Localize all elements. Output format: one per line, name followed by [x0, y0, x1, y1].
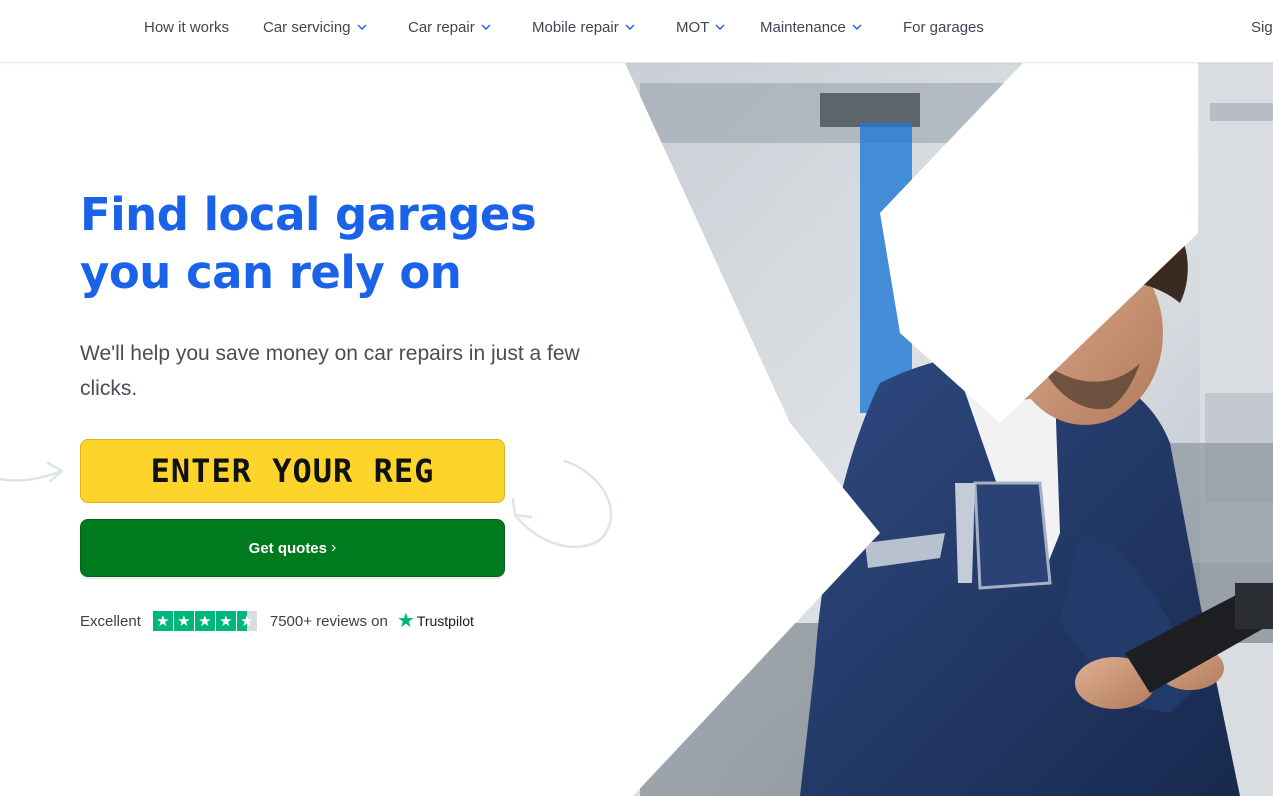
nav-label: For garages [903, 18, 984, 36]
star-icon: ★ [215, 611, 236, 631]
hero-subhead: We'll help you save money on car repairs… [80, 342, 580, 400]
nav-label: Car servicing [263, 18, 351, 36]
nav-label: Car repair [408, 18, 475, 36]
chevron-down-icon [852, 22, 862, 32]
trustpilot-rating: Excellent ★ ★ ★ ★ ★ 7500+ reviews on ★ T… [80, 609, 474, 633]
half-star-icon: ★ [236, 611, 257, 631]
sign-in-link[interactable]: Sig [1251, 17, 1273, 37]
star-icon: ★ [194, 611, 215, 631]
nav-label: MOT [676, 18, 710, 36]
star-icon: ★ [173, 611, 194, 631]
trustpilot-wordmark: Trustpilot [416, 613, 474, 629]
get-quotes-label: Get quotes [248, 539, 327, 557]
top-navigation: How it works Car servicing Car repair Mo… [0, 0, 1273, 63]
registration-placeholder: ENTER YOUR REG [150, 452, 435, 490]
chevron-right-icon: › [331, 539, 337, 556]
trustpilot-logo[interactable]: ★ Trustpilot [397, 611, 474, 631]
nav-label: How it works [144, 18, 230, 36]
get-quotes-button[interactable]: Get quotes › [80, 519, 505, 577]
trustpilot-star-icon: ★ [396, 610, 415, 632]
nav-label: Mobile repair [532, 18, 619, 36]
chevron-down-icon [481, 22, 491, 32]
chevron-down-icon [357, 22, 367, 32]
sign-in-label: Sig [1251, 18, 1273, 36]
nav-label: Maintenance [760, 18, 846, 36]
star-rating: ★ ★ ★ ★ ★ [152, 611, 258, 631]
star-icon: ★ [152, 611, 173, 631]
decorative-arrow-left-icon [0, 461, 64, 483]
nav-mobile-repair[interactable]: Mobile repair [532, 17, 635, 37]
nav-mot[interactable]: MOT [676, 17, 725, 37]
chevron-down-icon [715, 22, 725, 32]
hero-headline: Find local garages you can rely on [80, 188, 537, 299]
nav-for-garages[interactable]: For garages [903, 17, 984, 37]
nav-maintenance[interactable]: Maintenance [760, 17, 862, 37]
decorative-arrow-curved-icon [511, 459, 613, 549]
registration-input[interactable]: ENTER YOUR REG [80, 439, 505, 503]
nav-how-it-works[interactable]: How it works [144, 17, 229, 37]
chevron-down-icon [625, 22, 635, 32]
nav-car-repair[interactable]: Car repair [408, 17, 491, 37]
nav-car-servicing[interactable]: Car servicing [263, 17, 367, 37]
reviews-count: 7500+ reviews on [269, 612, 388, 630]
hero-photo [0, 63, 1273, 796]
rating-text: Excellent [80, 612, 141, 630]
